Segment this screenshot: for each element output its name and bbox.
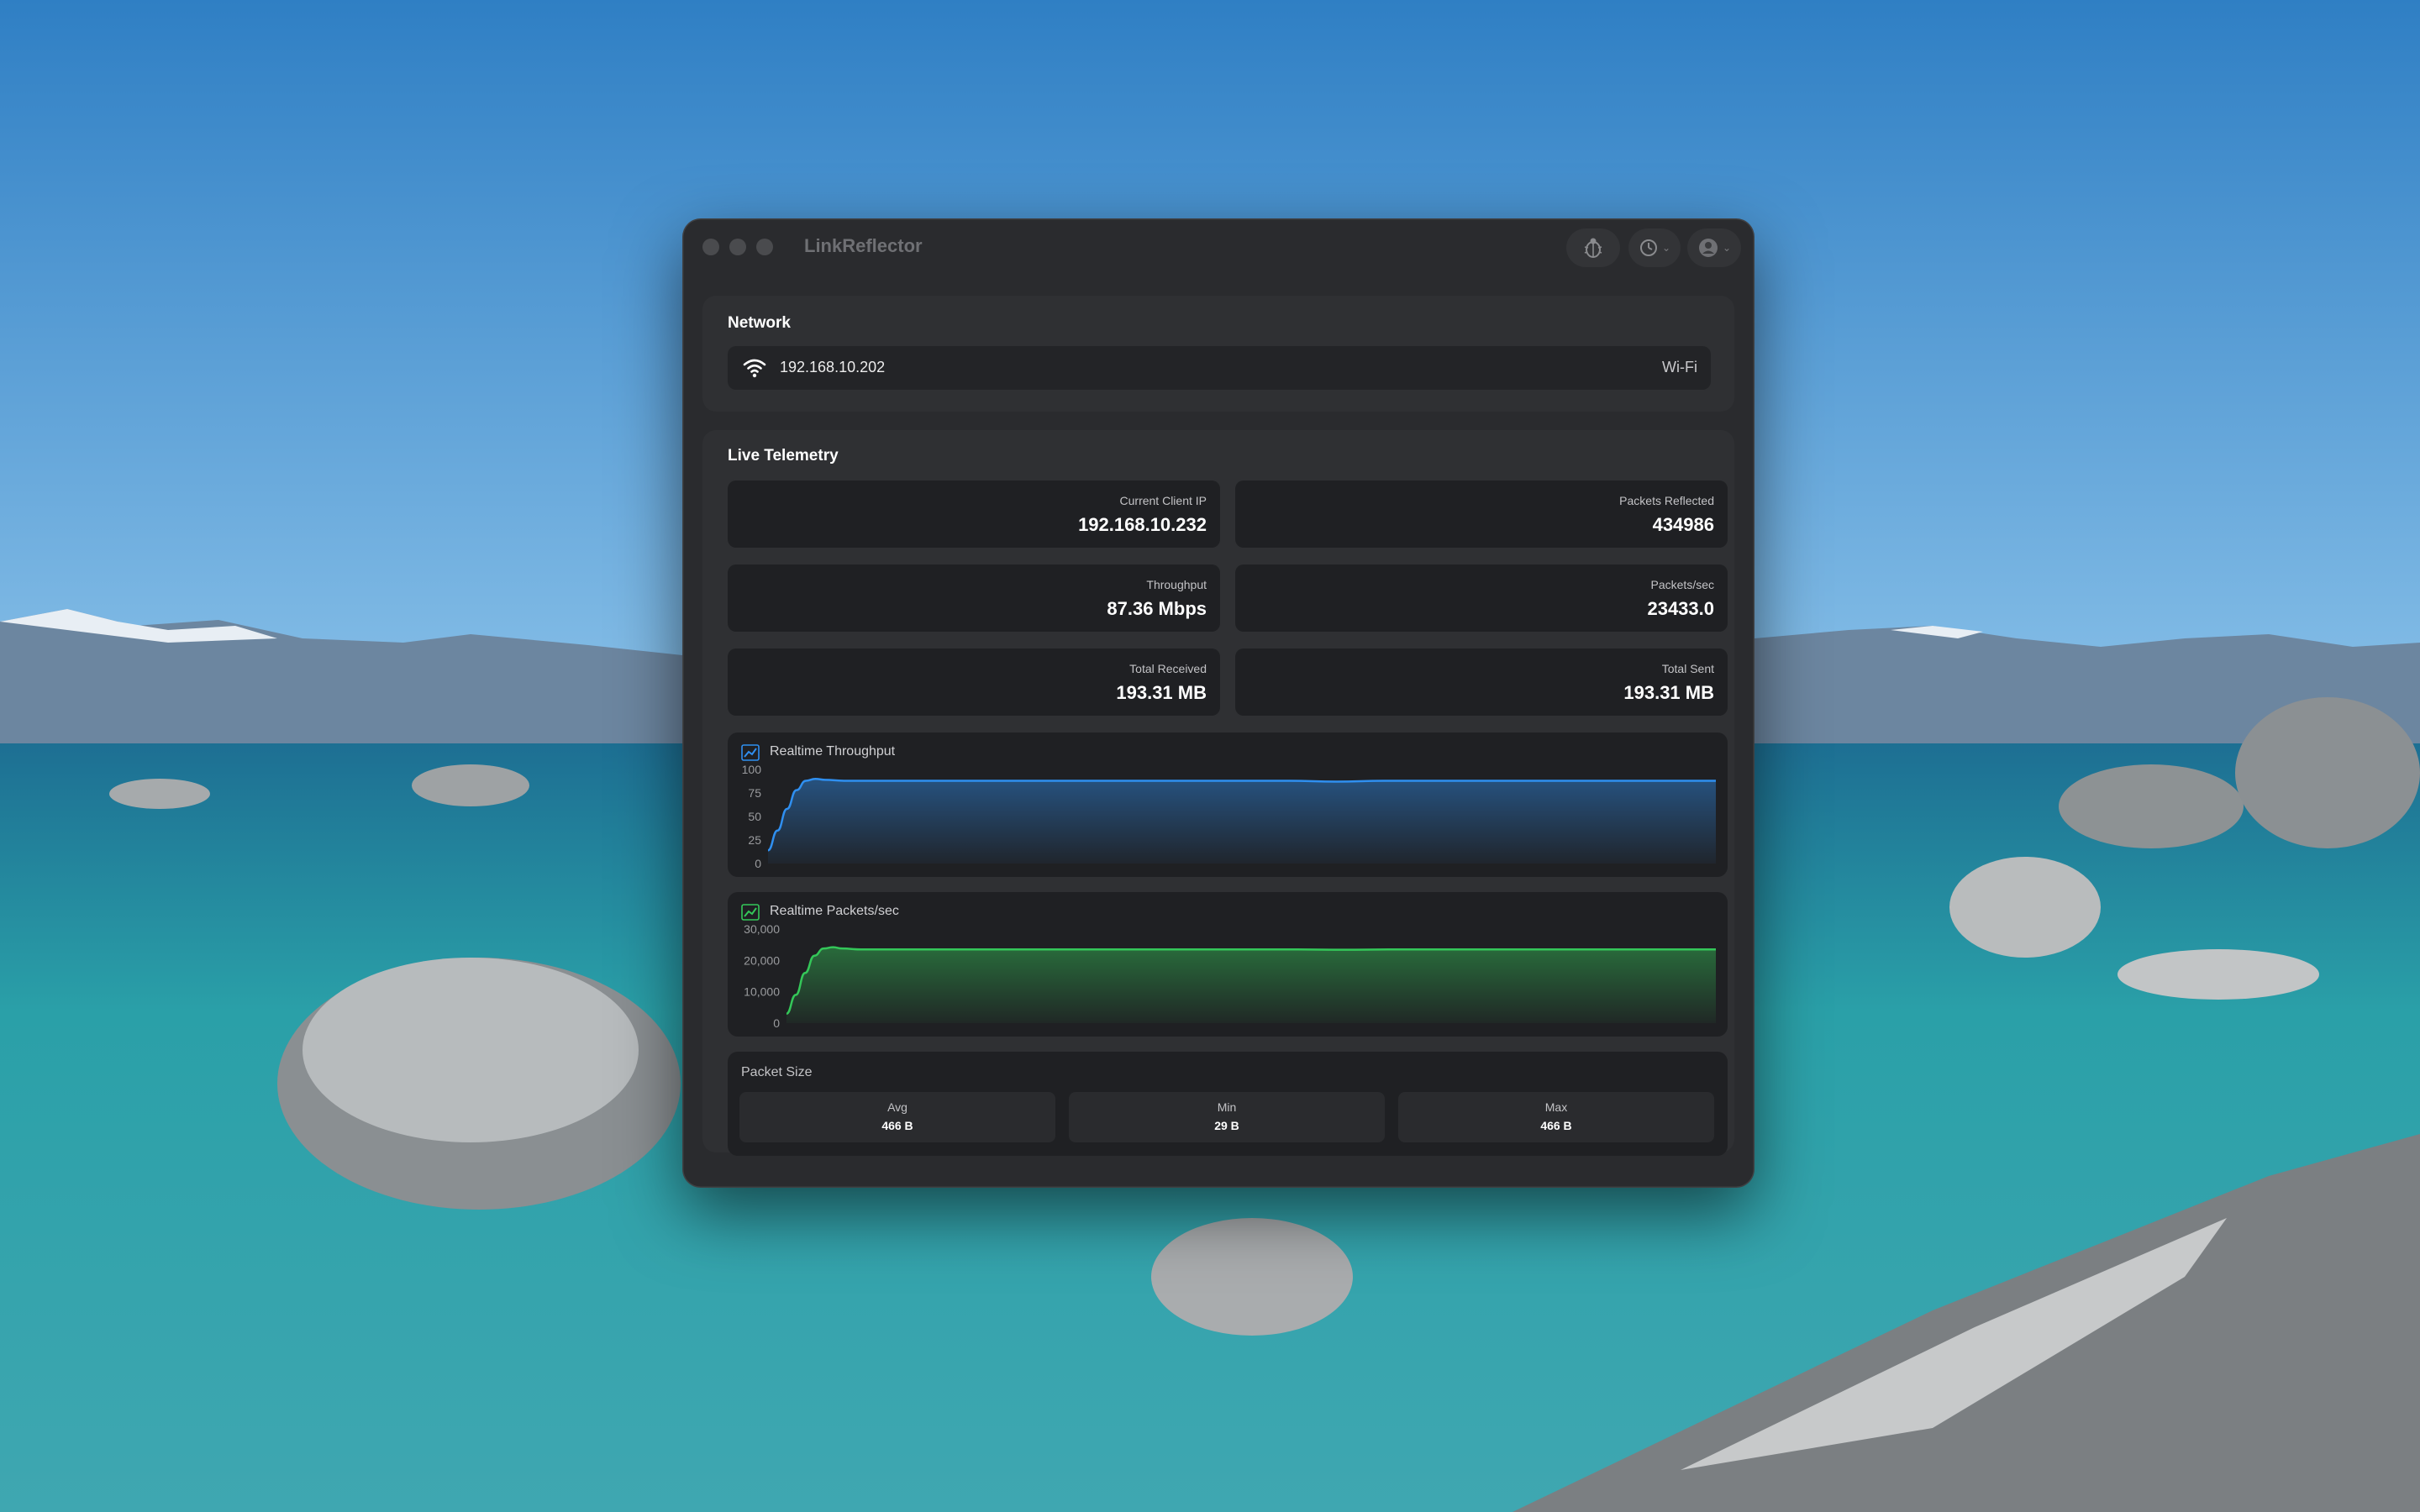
throughput-plot: 100 75 50 25 0 — [742, 763, 1717, 870]
y-tick-label: 100 — [742, 763, 762, 776]
packet-size-value: 29 B — [1214, 1119, 1239, 1132]
packets-plot: 30,000 20,000 10,000 0 — [744, 922, 1717, 1030]
y-tick-label: 75 — [748, 786, 761, 800]
packet-size-panel: Packet Size Avg 466 B Min 29 B Max 466 B — [728, 1052, 1728, 1156]
stat-value: 193.31 MB — [1623, 682, 1714, 703]
network-ip: 192.168.10.202 — [780, 359, 886, 375]
stat-value: 23433.0 — [1647, 598, 1714, 619]
stat-value: 434986 — [1652, 514, 1714, 535]
telemetry-card: Live Telemetry Current Client IP 192.168… — [702, 430, 1734, 1156]
y-tick-label: 0 — [755, 857, 761, 870]
stat-total-sent: Total Sent 193.31 MB — [1235, 648, 1728, 716]
y-tick-label: 25 — [748, 833, 761, 847]
debug-button[interactable] — [1566, 228, 1620, 267]
stat-total-received: Total Received 193.31 MB — [728, 648, 1220, 716]
zoom-window-button[interactable] — [756, 239, 773, 255]
avatar-icon — [1698, 239, 1718, 257]
account-menu-button[interactable]: ⌄ — [1687, 228, 1741, 267]
packet-size-value: 466 B — [1540, 1119, 1572, 1132]
packet-size-avg: Avg 466 B — [739, 1092, 1055, 1142]
y-tick-label: 0 — [773, 1016, 780, 1030]
y-tick-label: 50 — [748, 810, 761, 823]
throughput-chart: Realtime Throughput 100 75 50 25 0 — [728, 732, 1728, 877]
packet-size-label: Min — [1217, 1100, 1237, 1114]
stat-client-ip: Current Client IP 192.168.10.232 — [728, 480, 1220, 548]
series-area — [768, 779, 1716, 864]
network-title: Network — [728, 314, 791, 332]
title-bar: LinkReflector ⌄ ⌄ — [682, 218, 1754, 276]
timer-menu-button[interactable]: ⌄ — [1628, 228, 1681, 267]
packet-size-label: Avg — [887, 1100, 908, 1114]
telemetry-title: Live Telemetry — [728, 447, 839, 465]
ladybug-icon — [1584, 238, 1602, 258]
packet-size-label: Max — [1544, 1100, 1568, 1114]
stat-value: 193.31 MB — [1116, 682, 1207, 703]
packet-size-title: Packet Size — [741, 1065, 813, 1079]
stat-label: Packets/sec — [1650, 578, 1714, 591]
stat-label: Packets Reflected — [1619, 494, 1714, 507]
stat-value: 192.168.10.232 — [1078, 514, 1207, 535]
series-area — [786, 947, 1716, 1023]
stat-label: Total Sent — [1661, 662, 1714, 675]
close-window-button[interactable] — [702, 239, 719, 255]
network-card: Network 192.168.10.202 Wi-Fi — [702, 296, 1734, 412]
network-type: Wi-Fi — [1662, 359, 1697, 375]
packet-size-min: Min 29 B — [1069, 1092, 1385, 1142]
packet-size-max: Max 466 B — [1398, 1092, 1714, 1142]
stat-value: 87.36 Mbps — [1107, 598, 1207, 619]
window-title: LinkReflector — [804, 235, 923, 256]
timer-icon — [1639, 239, 1657, 256]
network-interface-row: 192.168.10.202 Wi-Fi — [728, 346, 1711, 390]
stat-label: Throughput — [1146, 578, 1207, 591]
app-window: LinkReflector ⌄ ⌄ Network 192.168.10.202… — [682, 218, 1754, 1188]
packet-size-value: 466 B — [881, 1119, 913, 1132]
stat-label: Total Received — [1129, 662, 1207, 675]
chevron-down-icon: ⌄ — [1722, 242, 1732, 254]
stat-packets-sec: Packets/sec 23433.0 — [1235, 564, 1728, 632]
stat-packets-reflected: Packets Reflected 434986 — [1235, 480, 1728, 548]
packets-chart: Realtime Packets/sec 30,000 20,000 10,000 0 — [728, 892, 1728, 1037]
y-tick-label: 30,000 — [744, 922, 780, 936]
stat-label: Current Client IP — [1119, 494, 1207, 507]
chevron-down-icon: ⌄ — [1661, 242, 1671, 254]
stat-throughput: Throughput 87.36 Mbps — [728, 564, 1220, 632]
y-tick-label: 10,000 — [744, 985, 780, 999]
wifi-icon — [743, 359, 766, 378]
minimize-window-button[interactable] — [729, 239, 746, 255]
y-tick-label: 20,000 — [744, 953, 780, 967]
